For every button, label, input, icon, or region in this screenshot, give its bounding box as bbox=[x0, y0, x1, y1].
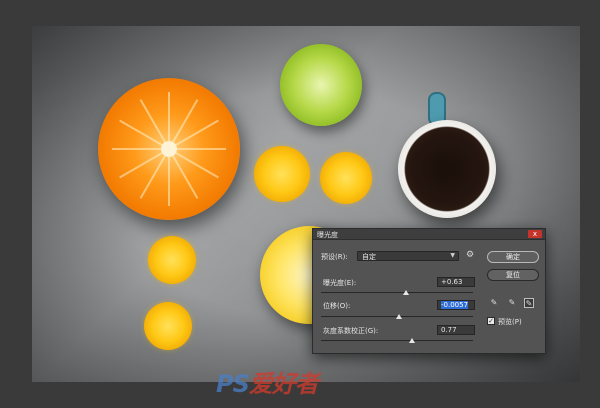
offset-slider-thumb[interactable] bbox=[396, 314, 402, 319]
watermark-part2: 爱好者 bbox=[248, 370, 319, 398]
eyedropper-white-icon[interactable]: ✎ bbox=[524, 298, 534, 308]
exposure-input[interactable]: +0.63 bbox=[437, 277, 475, 287]
exposure-slider-thumb[interactable] bbox=[403, 290, 409, 295]
reset-button[interactable]: 复位 bbox=[487, 269, 539, 281]
coffee-cup bbox=[398, 120, 496, 218]
preview-checkbox[interactable]: ✓ bbox=[487, 317, 495, 325]
exposure-slider-track[interactable] bbox=[321, 292, 473, 293]
close-button[interactable]: x bbox=[528, 230, 542, 238]
gamma-slider-track[interactable] bbox=[321, 340, 473, 341]
preset-value: 自定 bbox=[362, 253, 376, 261]
gear-icon[interactable]: ⚙ bbox=[466, 250, 474, 260]
dandelion bbox=[254, 146, 310, 202]
dandelion bbox=[320, 152, 372, 204]
exposure-dialog: 曝光度 x 预设(R): 自定 ▼ ⚙ 曝光度(E): +0.63 位移(O):… bbox=[312, 228, 546, 354]
dialog-title: 曝光度 bbox=[317, 231, 338, 239]
gamma-label: 灰度系数校正(G): bbox=[323, 327, 379, 335]
chevron-down-icon: ▼ bbox=[450, 252, 455, 259]
orange-half bbox=[98, 78, 240, 220]
dandelion bbox=[144, 302, 192, 350]
dandelion bbox=[148, 236, 196, 284]
watermark-logo: PS爱好者 bbox=[216, 364, 319, 399]
preset-select[interactable]: 自定 ▼ bbox=[357, 251, 459, 261]
ok-button[interactable]: 确定 bbox=[487, 251, 539, 263]
gamma-slider-thumb[interactable] bbox=[409, 338, 415, 343]
gamma-input[interactable]: 0.77 bbox=[437, 325, 475, 335]
preview-label: 预览(P) bbox=[498, 318, 522, 326]
watermark-part1: PS bbox=[216, 370, 250, 398]
lime-half bbox=[280, 44, 362, 126]
offset-input[interactable]: -0.0057 bbox=[437, 300, 475, 310]
preset-label: 预设(R): bbox=[321, 253, 348, 261]
dialog-titlebar[interactable]: 曝光度 x bbox=[313, 229, 545, 240]
offset-label: 位移(O): bbox=[323, 302, 351, 310]
eyedropper-gray-icon[interactable]: ✎ bbox=[507, 298, 517, 308]
eyedropper-black-icon[interactable]: ✎ bbox=[489, 298, 499, 308]
exposure-label: 曝光度(E): bbox=[323, 279, 357, 287]
